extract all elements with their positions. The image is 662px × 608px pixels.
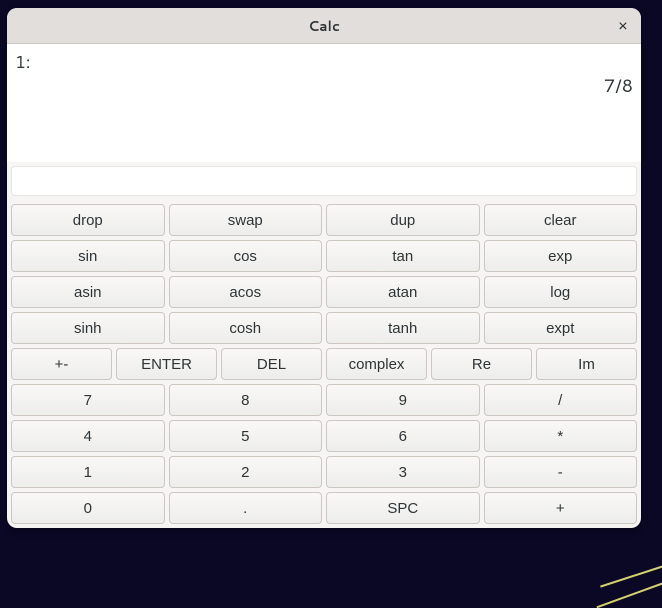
row-digits-1: 1 2 3 - bbox=[11, 456, 637, 488]
window-title: Calc bbox=[308, 16, 340, 36]
log-button[interactable]: log bbox=[484, 276, 638, 308]
digit-7-button[interactable]: 7 bbox=[11, 384, 165, 416]
stack-display: 1: 7/8 bbox=[7, 44, 641, 162]
multiply-button[interactable]: * bbox=[484, 420, 638, 452]
sinh-button[interactable]: sinh bbox=[11, 312, 165, 344]
digit-4-button[interactable]: 4 bbox=[11, 420, 165, 452]
plus-button[interactable]: + bbox=[484, 492, 638, 524]
digit-2-button[interactable]: 2 bbox=[169, 456, 323, 488]
digit-8-button[interactable]: 8 bbox=[169, 384, 323, 416]
row-stack-ops: drop swap dup clear bbox=[11, 204, 637, 236]
digit-1-button[interactable]: 1 bbox=[11, 456, 165, 488]
atan-button[interactable]: atan bbox=[326, 276, 480, 308]
tanh-button[interactable]: tanh bbox=[326, 312, 480, 344]
re-button[interactable]: Re bbox=[431, 348, 532, 380]
cos-button[interactable]: cos bbox=[169, 240, 323, 272]
stack-value: 7/8 bbox=[604, 72, 633, 98]
asin-button[interactable]: asin bbox=[11, 276, 165, 308]
drop-button[interactable]: drop bbox=[11, 204, 165, 236]
close-button[interactable]: × bbox=[613, 16, 633, 36]
acos-button[interactable]: acos bbox=[169, 276, 323, 308]
minus-button[interactable]: - bbox=[484, 456, 638, 488]
titlebar: Calc × bbox=[7, 8, 641, 44]
keypad: drop swap dup clear sin cos tan exp asin… bbox=[7, 200, 641, 528]
row-trig: sin cos tan exp bbox=[11, 240, 637, 272]
digit-0-button[interactable]: 0 bbox=[11, 492, 165, 524]
digit-9-button[interactable]: 9 bbox=[326, 384, 480, 416]
swap-button[interactable]: swap bbox=[169, 204, 323, 236]
space-button[interactable]: SPC bbox=[326, 492, 480, 524]
digit-5-button[interactable]: 5 bbox=[169, 420, 323, 452]
sin-button[interactable]: sin bbox=[11, 240, 165, 272]
clear-button[interactable]: clear bbox=[484, 204, 638, 236]
decimal-button[interactable]: . bbox=[169, 492, 323, 524]
tan-button[interactable]: tan bbox=[326, 240, 480, 272]
calculator-window: Calc × 1: 7/8 drop swap dup clear sin co… bbox=[7, 8, 641, 528]
background-decoration bbox=[572, 541, 662, 591]
dup-button[interactable]: dup bbox=[326, 204, 480, 236]
input-field[interactable] bbox=[11, 166, 637, 196]
cosh-button[interactable]: cosh bbox=[169, 312, 323, 344]
del-button[interactable]: DEL bbox=[221, 348, 322, 380]
row-hyperbolic: sinh cosh tanh expt bbox=[11, 312, 637, 344]
row-digits-7: 7 8 9 / bbox=[11, 384, 637, 416]
digit-6-button[interactable]: 6 bbox=[326, 420, 480, 452]
stack-index: 1: bbox=[15, 50, 31, 74]
close-icon: × bbox=[618, 18, 628, 34]
row-control: +- ENTER DEL complex Re Im bbox=[11, 348, 637, 380]
exp-button[interactable]: exp bbox=[484, 240, 638, 272]
expt-button[interactable]: expt bbox=[484, 312, 638, 344]
row-digits-0: 0 . SPC + bbox=[11, 492, 637, 524]
divide-button[interactable]: / bbox=[484, 384, 638, 416]
negate-button[interactable]: +- bbox=[11, 348, 112, 380]
row-inverse-trig: asin acos atan log bbox=[11, 276, 637, 308]
enter-button[interactable]: ENTER bbox=[116, 348, 217, 380]
row-digits-4: 4 5 6 * bbox=[11, 420, 637, 452]
im-button[interactable]: Im bbox=[536, 348, 637, 380]
digit-3-button[interactable]: 3 bbox=[326, 456, 480, 488]
complex-button[interactable]: complex bbox=[326, 348, 427, 380]
